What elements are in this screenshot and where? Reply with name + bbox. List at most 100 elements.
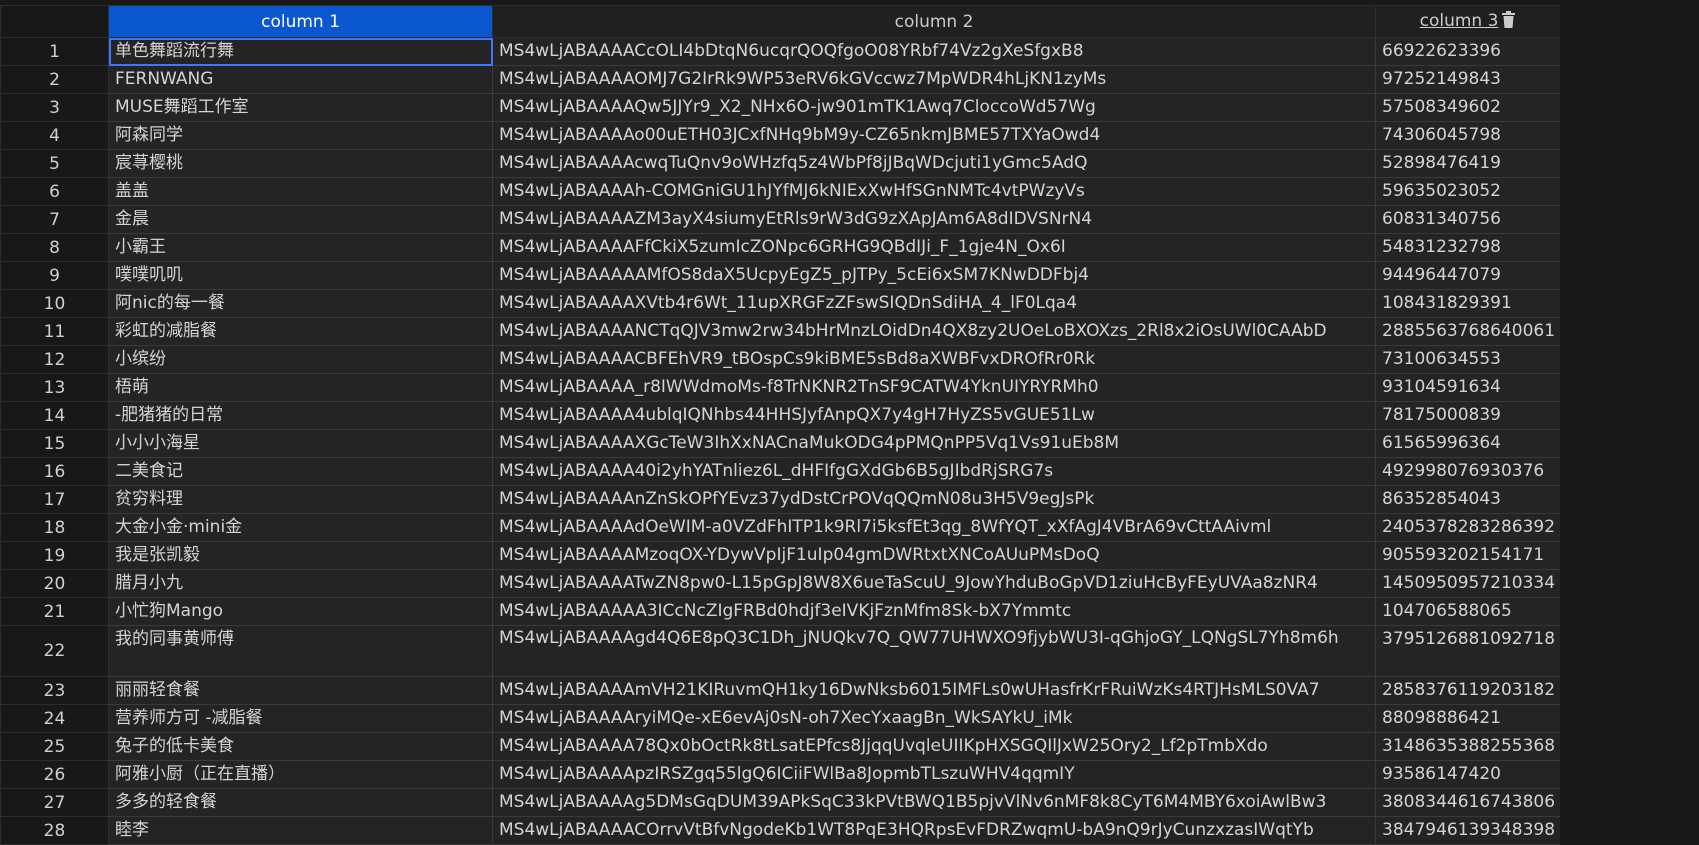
column-header-2[interactable]: column 2 xyxy=(492,5,1376,38)
table-row[interactable]: 27 多多的轻食餐 MS4wLjABAAAAg5DMsGqDUM39APkSqC33… xyxy=(0,788,1560,817)
cell-column-1[interactable]: 大金小金·mini金 xyxy=(108,513,493,542)
cell-column-3[interactable]: 104706588065 xyxy=(1375,597,1560,626)
cell-column-2[interactable]: MS4wLjABAAAAFfCkiX5zumIcZONpc6GRHG9QBdIJ… xyxy=(492,233,1376,262)
row-number[interactable]: 3 xyxy=(0,93,109,122)
cell-column-1[interactable]: 阿森同学 xyxy=(108,121,493,150)
row-number[interactable]: 26 xyxy=(0,760,109,789)
cell-column-2[interactable]: MS4wLjABAAAAA3ICcNcZIgFRBd0hdjf3eIVKjFzn… xyxy=(492,597,1376,626)
cell-column-1[interactable]: 我是张凯毅 xyxy=(108,541,493,570)
cell-column-2[interactable]: MS4wLjABAAAATwZN8pw0-L15pGpJ8W8X6ueTaScu… xyxy=(492,569,1376,598)
table-row[interactable]: 6 盖盖 MS4wLjABAAAAh-COMGniGU1hJYfMJ6kNIExXw… xyxy=(0,177,1560,206)
row-number[interactable]: 24 xyxy=(0,704,109,733)
cell-column-2[interactable]: MS4wLjABAAAAh-COMGniGU1hJYfMJ6kNIExXwHfS… xyxy=(492,177,1376,206)
cell-column-1[interactable]: FERNWANG xyxy=(108,65,493,94)
cell-column-1[interactable]: 我的同事黄师傅 xyxy=(108,625,493,677)
row-number-header[interactable] xyxy=(0,5,109,38)
row-number[interactable]: 20 xyxy=(0,569,109,598)
cell-column-2[interactable]: MS4wLjABAAAAZM3ayX4siumyEtRls9rW3dG9zXAp… xyxy=(492,205,1376,234)
cell-column-3[interactable]: 2405378283286392 xyxy=(1375,513,1560,542)
cell-column-1[interactable]: 丽丽轻食餐 xyxy=(108,676,493,705)
row-number[interactable]: 7 xyxy=(0,205,109,234)
cell-column-1[interactable]: 梧萌 xyxy=(108,373,493,402)
column-header-1[interactable]: column 1 xyxy=(108,5,493,38)
cell-column-1[interactable]: 阿nic的每一餐 xyxy=(108,289,493,318)
row-number[interactable]: 28 xyxy=(0,816,109,845)
table-row[interactable]: 4 阿森同学 MS4wLjABAAAAo00uETH03JCxfNHq9bM9y-C… xyxy=(0,121,1560,150)
cell-column-1[interactable]: 金晨 xyxy=(108,205,493,234)
cell-column-3[interactable]: 2885563768640061 xyxy=(1375,317,1560,346)
cell-column-2[interactable]: MS4wLjABAAAAOMJ7G2IrRk9WP53eRV6kGVccwz7M… xyxy=(492,65,1376,94)
row-number[interactable]: 21 xyxy=(0,597,109,626)
cell-column-2[interactable]: MS4wLjABAAAAgd4Q6E8pQ3C1Dh_jNUQkv7Q_QW77… xyxy=(492,625,1376,677)
table-row[interactable]: 9 噗噗叽叽 MS4wLjABAAAAAMfOS8daX5UcpyEgZ5_pJTP… xyxy=(0,261,1560,290)
table-row[interactable]: 17 贫穷料理 MS4wLjABAAAAnZnSkOPfYEvz37ydDstCrP… xyxy=(0,485,1560,514)
cell-column-2[interactable]: MS4wLjABAAAAXGcTeW3IhXxNACnaMukODG4pPMQn… xyxy=(492,429,1376,458)
cell-column-3[interactable]: 97252149843 xyxy=(1375,65,1560,94)
table-row[interactable]: 8 小霸王 MS4wLjABAAAAFfCkiX5zumIcZONpc6GRHG9Q… xyxy=(0,233,1560,262)
cell-column-2[interactable]: MS4wLjABAAAANCTqQJV3mw2rw34bHrMnzLOidDn4… xyxy=(492,317,1376,346)
cell-column-2[interactable]: MS4wLjABAAAA_r8IWWdmoMs-f8TrNKNR2TnSF9CA… xyxy=(492,373,1376,402)
cell-column-3[interactable]: 492998076930376 xyxy=(1375,457,1560,486)
cell-column-1[interactable]: 小忙狗Mango xyxy=(108,597,493,626)
table-row[interactable]: 28 睦李 MS4wLjABAAAACOrrvVtBfvNgodeKb1WT8PqE… xyxy=(0,816,1560,845)
cell-column-3[interactable]: 93586147420 xyxy=(1375,760,1560,789)
row-number[interactable]: 13 xyxy=(0,373,109,402)
cell-column-3[interactable]: 61565996364 xyxy=(1375,429,1560,458)
cell-column-2[interactable]: MS4wLjABAAAAnZnSkOPfYEvz37ydDstCrPOVqQQm… xyxy=(492,485,1376,514)
cell-column-1[interactable]: 小缤纷 xyxy=(108,345,493,374)
row-number[interactable]: 25 xyxy=(0,732,109,761)
column-header-3[interactable]: column 3 xyxy=(1375,5,1560,38)
cell-column-2[interactable]: MS4wLjABAAAAMzoqOX-YDywVpIjF1uIp04gmDWRt… xyxy=(492,541,1376,570)
cell-column-3[interactable]: 54831232798 xyxy=(1375,233,1560,262)
row-number[interactable]: 6 xyxy=(0,177,109,206)
cell-column-2[interactable]: MS4wLjABAAAAdOeWIM-a0VZdFhITP1k9Rl7i5ksf… xyxy=(492,513,1376,542)
row-number[interactable]: 11 xyxy=(0,317,109,346)
cell-column-2[interactable]: MS4wLjABAAAAg5DMsGqDUM39APkSqC33kPVtBWQ1… xyxy=(492,788,1376,817)
row-number[interactable]: 18 xyxy=(0,513,109,542)
table-row[interactable]: 15 小小小海星 MS4wLjABAAAAXGcTeW3IhXxNACnaMukOD… xyxy=(0,429,1560,458)
cell-column-1[interactable]: 腊月小九 xyxy=(108,569,493,598)
row-number[interactable]: 12 xyxy=(0,345,109,374)
cell-column-2[interactable]: MS4wLjABAAAAryiMQe-xE6evAj0sN-oh7XecYxaa… xyxy=(492,704,1376,733)
table-row[interactable]: 13 梧萌 MS4wLjABAAAA_r8IWWdmoMs-f8TrNKNR2TnS… xyxy=(0,373,1560,402)
trash-icon[interactable] xyxy=(1501,10,1516,33)
row-number[interactable]: 10 xyxy=(0,289,109,318)
table-row[interactable]: 26 阿雅小厨（正在直播） MS4wLjABAAAApzIRSZgq55lgQ6IC… xyxy=(0,760,1560,789)
table-row[interactable]: 2 FERNWANG MS4wLjABAAAAOMJ7G2IrRk9WP53eRV6… xyxy=(0,65,1560,94)
table-row[interactable]: 5 宸荨樱桃 MS4wLjABAAAAcwqTuQnv9oWHzfq5z4WbPf8… xyxy=(0,149,1560,178)
cell-column-1[interactable]: 噗噗叽叽 xyxy=(108,261,493,290)
table-row[interactable]: 24 营养师方可 -减脂餐 MS4wLjABAAAAryiMQe-xE6evAj0s… xyxy=(0,704,1560,733)
cell-column-1[interactable]: -肥猪猪的日常 xyxy=(108,401,493,430)
row-number[interactable]: 9 xyxy=(0,261,109,290)
cell-column-3[interactable]: 108431829391 xyxy=(1375,289,1560,318)
cell-column-3[interactable]: 73100634553 xyxy=(1375,345,1560,374)
cell-column-2[interactable]: MS4wLjABAAAA4ublqIQNhbs44HHSJyfAnpQX7y4g… xyxy=(492,401,1376,430)
table-row[interactable]: 1 单色舞蹈流行舞 MS4wLjABAAAACcOLI4bDtqN6ucqrQOQf… xyxy=(0,37,1560,66)
cell-column-3[interactable]: 2858376119203182 xyxy=(1375,676,1560,705)
cell-column-3[interactable]: 3795126881092718 xyxy=(1375,625,1560,677)
table-row[interactable]: 25 兔子的低卡美食 MS4wLjABAAAA78Qx0bOctRk8tLsatEP… xyxy=(0,732,1560,761)
cell-column-1[interactable]: 小霸王 xyxy=(108,233,493,262)
table-row[interactable]: 16 二美食记 MS4wLjABAAAA40i2yhYATnliez6L_dHFIf… xyxy=(0,457,1560,486)
cell-column-3[interactable]: 59635023052 xyxy=(1375,177,1560,206)
cell-column-3[interactable]: 3148635388255368 xyxy=(1375,732,1560,761)
cell-column-1[interactable]: 小小小海星 xyxy=(108,429,493,458)
row-number[interactable]: 19 xyxy=(0,541,109,570)
cell-column-1[interactable]: 多多的轻食餐 xyxy=(108,788,493,817)
cell-column-3[interactable]: 3847946139348398 xyxy=(1375,816,1560,845)
row-number[interactable]: 17 xyxy=(0,485,109,514)
cell-column-1[interactable]: 单色舞蹈流行舞 xyxy=(108,37,493,66)
cell-column-2[interactable]: MS4wLjABAAAACcOLI4bDtqN6ucqrQOQfgoO08YRb… xyxy=(492,37,1376,66)
cell-column-1[interactable]: 阿雅小厨（正在直播） xyxy=(108,760,493,789)
cell-column-3[interactable]: 93104591634 xyxy=(1375,373,1560,402)
table-row[interactable]: 21 小忙狗Mango MS4wLjABAAAAA3ICcNcZIgFRBd0hdj… xyxy=(0,597,1560,626)
table-row[interactable]: 14 -肥猪猪的日常 MS4wLjABAAAA4ublqIQNhbs44HHSJyf… xyxy=(0,401,1560,430)
row-number[interactable]: 1 xyxy=(0,37,109,66)
cell-column-3[interactable]: 86352854043 xyxy=(1375,485,1560,514)
row-number[interactable]: 8 xyxy=(0,233,109,262)
table-row[interactable]: 12 小缤纷 MS4wLjABAAAACBFEhVR9_tBOspCs9kiBME5… xyxy=(0,345,1560,374)
table-row[interactable]: 10 阿nic的每一餐 MS4wLjABAAAAXVtb4r6Wt_11upXRGF… xyxy=(0,289,1560,318)
cell-column-1[interactable]: 贫穷料理 xyxy=(108,485,493,514)
table-row[interactable]: 20 腊月小九 MS4wLjABAAAATwZN8pw0-L15pGpJ8W8X6u… xyxy=(0,569,1560,598)
cell-column-2[interactable]: MS4wLjABAAAACOrrvVtBfvNgodeKb1WT8PqE3HQR… xyxy=(492,816,1376,845)
